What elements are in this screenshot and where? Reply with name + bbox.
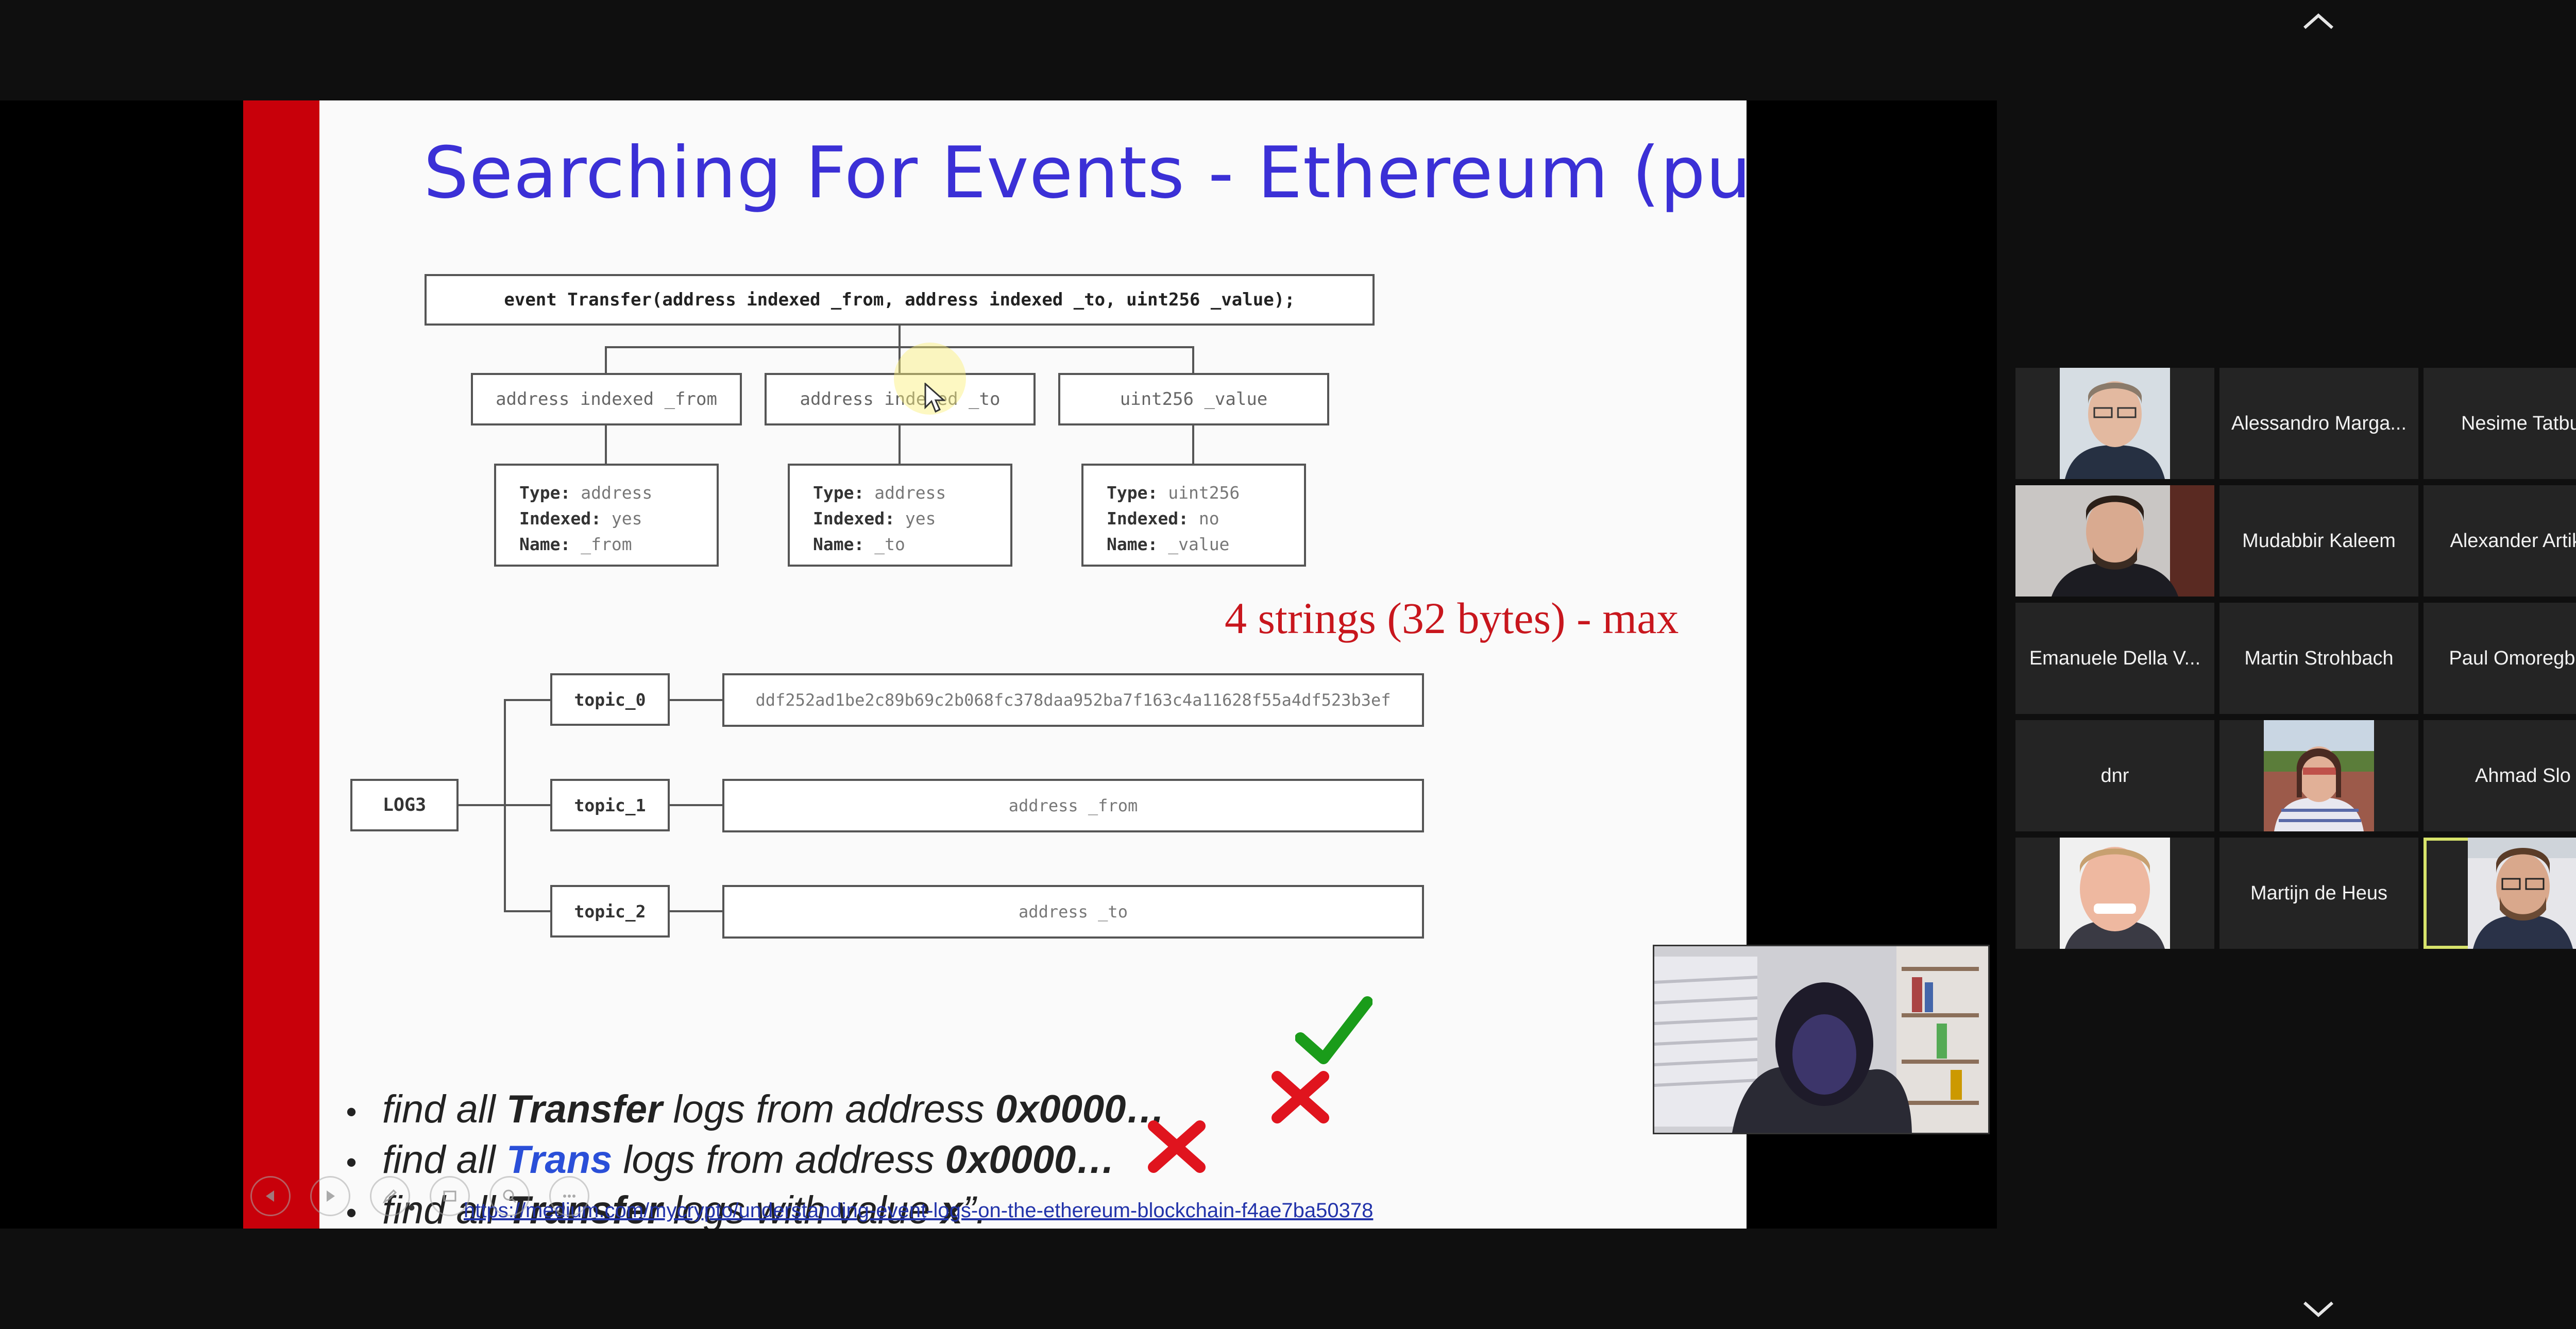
participant-photo <box>2060 838 2170 949</box>
topic-0-label: topic_0 <box>550 673 670 726</box>
param-box-value: uint256 _value <box>1058 373 1329 425</box>
participant-tile[interactable] <box>2015 485 2214 597</box>
mouse-cursor-icon <box>924 383 946 413</box>
connector-line <box>670 804 722 806</box>
participant-name: Martin Strohbach <box>2244 647 2394 669</box>
connector-line <box>1192 425 1194 464</box>
prev-slide-icon[interactable] <box>250 1176 291 1216</box>
participant-tile[interactable] <box>2219 720 2418 831</box>
participant-name: Alexander Artikis <box>2450 530 2576 552</box>
connector-line <box>670 699 722 701</box>
participant-tile[interactable]: Alessandro Marga... <box>2219 368 2418 479</box>
connector-line <box>504 910 550 912</box>
connector-line <box>899 326 901 346</box>
param-box-from: address indexed _from <box>471 373 742 425</box>
param-detail-to: Type: address Indexed: yes Name: _to <box>788 464 1012 567</box>
participant-photo <box>2264 720 2374 831</box>
connector-line <box>504 699 550 701</box>
reference-link[interactable]: https://medium.com/mycrypto/understandin… <box>464 1199 1373 1222</box>
next-slide-icon[interactable] <box>310 1176 350 1216</box>
param-detail-from: Type: address Indexed: yes Name: _from <box>494 464 719 567</box>
bullet-item: • find all Transfer logs from address 0x0… <box>346 1087 1165 1131</box>
param-detail-value: Type: uint256 Indexed: no Name: _value <box>1081 464 1306 567</box>
participant-photo <box>2468 838 2576 949</box>
participant-tile[interactable]: Paul Omoregbee <box>2424 603 2576 714</box>
participant-name: dnr <box>2100 764 2129 787</box>
participant-name: Nesime Tatbul <box>2461 412 2576 434</box>
connector-line <box>504 804 550 806</box>
participant-tile[interactable]: Emanuele Della V... <box>2015 603 2214 714</box>
topic-2-value: address _to <box>722 885 1424 939</box>
participant-tile[interactable] <box>2015 838 2214 949</box>
connector-line <box>899 425 901 464</box>
connector-line <box>1192 346 1194 373</box>
cross-icon <box>1272 1071 1329 1123</box>
topic-limit-note: 4 strings (32 bytes) - max <box>1225 593 1679 643</box>
participant-name: Alessandro Marga... <box>2231 412 2407 434</box>
log3-box: LOG3 <box>350 779 459 831</box>
more-icon[interactable] <box>549 1176 589 1216</box>
participant-tile[interactable] <box>2015 368 2214 479</box>
participant-tile[interactable]: Alexander Artikis <box>2424 485 2576 597</box>
slide-accent-bar <box>243 100 319 1229</box>
participant-tile[interactable]: dnr <box>2015 720 2214 831</box>
participant-name: Mudabbir Kaleem <box>2242 530 2396 552</box>
topic-2-label: topic_2 <box>550 885 670 938</box>
presentation-slide: Searching For Events - Ethereum (pull) e… <box>243 100 1747 1229</box>
connector-line <box>670 910 722 912</box>
zoom-icon[interactable] <box>489 1176 530 1216</box>
participant-photo <box>2015 485 2214 597</box>
slides-icon[interactable] <box>430 1176 470 1216</box>
connector-line <box>605 346 607 373</box>
active-speaker-tile[interactable] <box>2424 838 2576 949</box>
topic-1-value: address _from <box>722 779 1424 832</box>
speaker-video <box>1653 945 1990 1134</box>
participant-name: Martijn de Heus <box>2250 882 2388 904</box>
chevron-up-icon[interactable] <box>2300 4 2336 40</box>
participant-name: Emanuele Della V... <box>2029 647 2201 669</box>
pen-icon[interactable] <box>370 1176 410 1216</box>
participant-tile[interactable]: Mudabbir Kaleem <box>2219 485 2418 597</box>
check-icon <box>1295 996 1372 1064</box>
cross-icon <box>1148 1120 1206 1173</box>
participant-tile[interactable]: Ahmad Slo <box>2424 720 2576 831</box>
participant-photo <box>2060 368 2170 479</box>
connector-line <box>605 425 607 464</box>
participant-name: Paul Omoregbee <box>2449 647 2576 669</box>
event-signature-box: event Transfer(address indexed _from, ad… <box>425 274 1375 326</box>
participant-tile[interactable]: Martijn de Heus <box>2219 838 2418 949</box>
participant-name: Ahmad Slo <box>2475 764 2571 787</box>
slide-title: Searching For Events - Ethereum (pull) <box>423 131 1747 214</box>
topic-1-label: topic_1 <box>550 779 670 831</box>
participant-tile[interactable]: Nesime Tatbul <box>2424 368 2576 479</box>
topic-0-value: ddf252ad1be2c89b69c2b068fc378daa952ba7f1… <box>722 673 1424 727</box>
chevron-down-icon[interactable] <box>2300 1290 2336 1326</box>
participant-tile[interactable]: Martin Strohbach <box>2219 603 2418 714</box>
